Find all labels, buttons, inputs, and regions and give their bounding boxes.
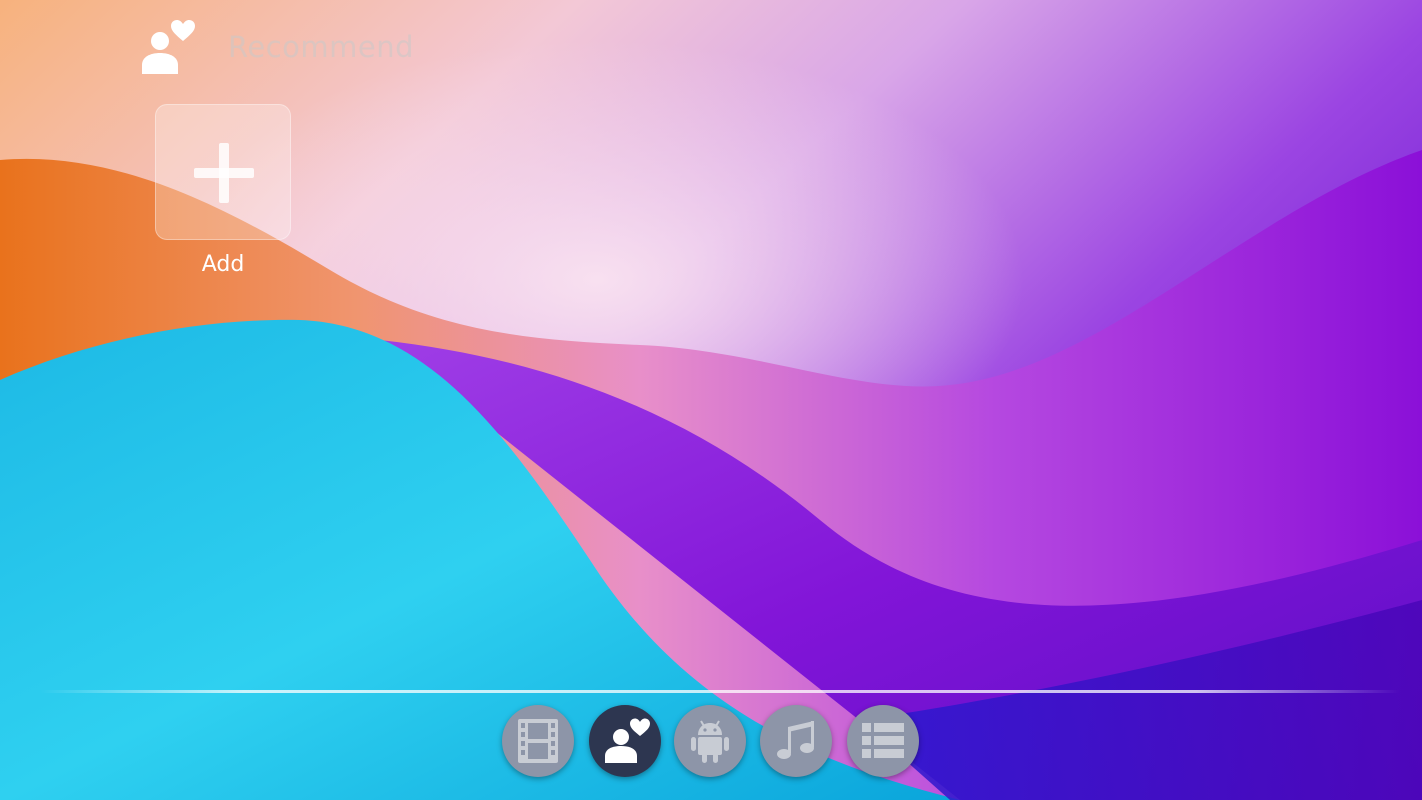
android-icon bbox=[691, 720, 729, 763]
add-button[interactable] bbox=[155, 104, 291, 240]
dock-item-movies[interactable] bbox=[502, 705, 574, 777]
launcher-screen: Recommend Add bbox=[0, 0, 1422, 800]
header: Recommend bbox=[136, 12, 414, 82]
user-heart-icon bbox=[605, 718, 650, 763]
dock-divider bbox=[40, 690, 1400, 693]
plus-icon bbox=[194, 143, 254, 203]
add-label: Add bbox=[201, 252, 245, 277]
dock-item-apps[interactable] bbox=[674, 705, 746, 777]
dock-item-music[interactable] bbox=[760, 705, 832, 777]
list-icon bbox=[862, 723, 904, 758]
dock bbox=[500, 705, 920, 779]
dock-item-list[interactable] bbox=[847, 705, 919, 777]
dock-item-recommend[interactable] bbox=[589, 705, 661, 777]
film-icon bbox=[518, 719, 558, 763]
music-note-icon bbox=[777, 721, 814, 759]
user-heart-icon bbox=[142, 20, 195, 74]
page-title: Recommend bbox=[228, 30, 415, 64]
